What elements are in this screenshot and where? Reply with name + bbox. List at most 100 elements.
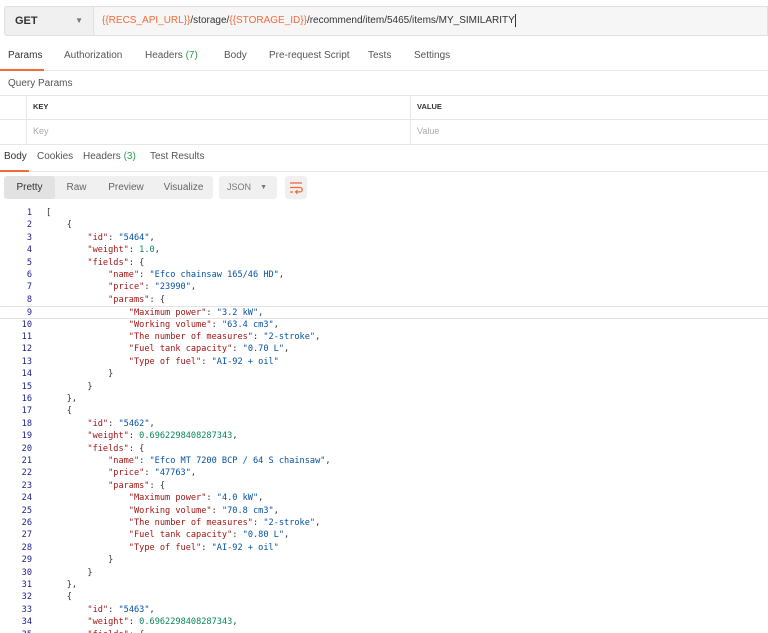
method-select[interactable]: GET ▼: [4, 6, 94, 36]
tab-headers[interactable]: Headers (7): [145, 50, 198, 61]
code-text: "Working volume": "70.8 cm3",: [128, 505, 279, 516]
line-number: 16: [21, 394, 32, 404]
tab-label: Cookies: [37, 151, 74, 162]
code-line: 17 {: [0, 405, 768, 417]
tab-authorization[interactable]: Authorization: [64, 50, 122, 61]
line-number: 35: [0, 629, 32, 633]
value-input[interactable]: Value: [410, 120, 768, 144]
format-select[interactable]: JSON ▼: [219, 176, 277, 199]
wrap-lines-icon: [290, 182, 303, 195]
code-text: }: [46, 381, 93, 392]
tab-body[interactable]: Body: [224, 50, 247, 61]
query-params-title: Query Params: [8, 78, 73, 89]
tab-label: Settings: [414, 50, 451, 61]
query-params-row: Key Value: [0, 119, 768, 145]
tab-params[interactable]: Params: [8, 50, 42, 61]
code-text: "The number of measures": "2-stroke",: [128, 518, 321, 528]
line-number: 7: [26, 282, 32, 293]
line-number: 33: [21, 604, 32, 615]
code-line: 25 "Working volume": "70.8 cm3",: [0, 505, 768, 517]
line-number: 20: [21, 443, 32, 454]
line-number: 10: [21, 319, 32, 330]
line-number: 34: [21, 617, 32, 628]
tab-label: Body: [224, 50, 247, 61]
code-text: "name": "Efco MT 7200 BCP / 64 S chainsa…: [108, 456, 331, 466]
line-number: 6: [26, 270, 32, 280]
query-params-table: KEY VALUE Key Value: [0, 95, 768, 145]
url-variable: {{STORAGE_ID}}: [229, 15, 307, 26]
code-text: },: [46, 580, 78, 590]
view-mode-pretty[interactable]: Pretty: [4, 176, 55, 199]
code-line: 21 "name": "Efco MT 7200 BCP / 64 S chai…: [0, 455, 768, 467]
code-line: 1[: [0, 207, 768, 219]
response-tab-body[interactable]: Body: [4, 151, 27, 162]
code-line: 13 "Type of fuel": "AI-92 + oil": [0, 356, 768, 368]
tab-settings[interactable]: Settings: [414, 50, 450, 61]
code-line: 30 }: [0, 567, 768, 579]
response-tab-headers[interactable]: Headers (3): [83, 151, 136, 162]
line-number: 30: [21, 567, 32, 578]
code-line: 22 "price": "47763",: [0, 467, 768, 479]
line-number: 5: [26, 257, 32, 268]
row-checkbox-col: [0, 96, 26, 120]
request-url-bar: GET ▼ {{RECS_API_URL}}/storage/{{STORAGE…: [0, 0, 768, 44]
code-text: {: [46, 406, 72, 417]
code-text: "Maximum power": "4.0 kW",: [128, 493, 264, 504]
tab-count-badge: (7): [185, 50, 198, 61]
view-mode-preview[interactable]: Preview: [98, 176, 154, 199]
code-text: "Fuel tank capacity": "0.80 L",: [128, 530, 290, 541]
code-line: 28 "Type of fuel": "AI-92 + oil": [0, 542, 768, 554]
code-line: 29 }: [0, 554, 768, 566]
chevron-down-icon: ▼: [260, 184, 267, 191]
code-line: 11 "The number of measures": "2-stroke",: [0, 331, 768, 343]
tab-label: Headers: [83, 151, 124, 162]
url-input[interactable]: {{RECS_API_URL}}/storage/{{STORAGE_ID}}/…: [94, 6, 768, 36]
code-line: 27 "Fuel tank capacity": "0.80 L",: [0, 529, 768, 541]
line-number: 11: [21, 332, 32, 342]
code-text: }: [46, 567, 93, 578]
code-line: 15 }: [0, 381, 768, 393]
line-number: 1: [26, 208, 32, 218]
view-mode-visualize[interactable]: Visualize: [154, 176, 213, 199]
code-line: 4 "weight": 1.0,: [0, 244, 768, 256]
line-number: 4: [26, 245, 32, 256]
code-line: 19 "weight": 0.6962298408287343,: [0, 430, 768, 442]
wrap-lines-button[interactable]: [285, 176, 307, 199]
tab-label: Body: [4, 151, 27, 162]
active-tab-indicator: [0, 69, 44, 71]
code-text: "id": "5464",: [87, 232, 155, 243]
chevron-down-icon: ▼: [75, 16, 83, 25]
code-line: 7 "price": "23990",: [0, 281, 768, 293]
code-text: },: [46, 394, 78, 404]
code-text: "weight": 1.0,: [87, 245, 160, 256]
code-text: "Type of fuel": "AI-92 + oil": [128, 356, 279, 367]
tab-tests[interactable]: Tests: [368, 50, 391, 61]
tab-count-badge: (3): [123, 151, 136, 162]
line-number: 29: [21, 555, 32, 566]
code-text: }: [46, 555, 114, 566]
code-line: 33 "id": "5463",: [0, 604, 768, 616]
view-mode-raw[interactable]: Raw: [55, 176, 98, 199]
response-tab-cookies[interactable]: Cookies: [37, 151, 73, 162]
code-text: "Fuel tank capacity": "0.70 L",: [128, 344, 290, 355]
code-line: 12 "Fuel tank capacity": "0.70 L",: [0, 343, 768, 355]
code-line: 23 "params": {: [0, 480, 768, 492]
value-column-header: VALUE: [410, 96, 768, 120]
code-line: 2 {: [0, 219, 768, 231]
tab-label: Params: [8, 50, 43, 61]
code-text: "id": "5463",: [87, 604, 155, 615]
code-text: "price": "47763",: [108, 468, 197, 479]
code-line: 8 "params": {: [0, 294, 768, 306]
line-number: 17: [21, 406, 32, 417]
code-text: }: [46, 369, 114, 380]
code-text: "name": "Efco chainsaw 165/46 HD",: [108, 270, 285, 280]
response-body-code[interactable]: 1[2 {3 "id": "5464", 4 "weight": 1.0, 5 "f…: [0, 207, 768, 633]
response-tab-test-results[interactable]: Test Results: [150, 151, 204, 162]
code-line: 18 "id": "5462",: [0, 418, 768, 430]
line-number: 12: [21, 344, 32, 355]
key-input[interactable]: Key: [26, 120, 410, 144]
code-text: "params": {: [108, 480, 166, 491]
tab-pre-request-script[interactable]: Pre-request Script: [269, 50, 350, 61]
line-number: 18: [21, 418, 32, 429]
row-checkbox[interactable]: [0, 120, 26, 144]
